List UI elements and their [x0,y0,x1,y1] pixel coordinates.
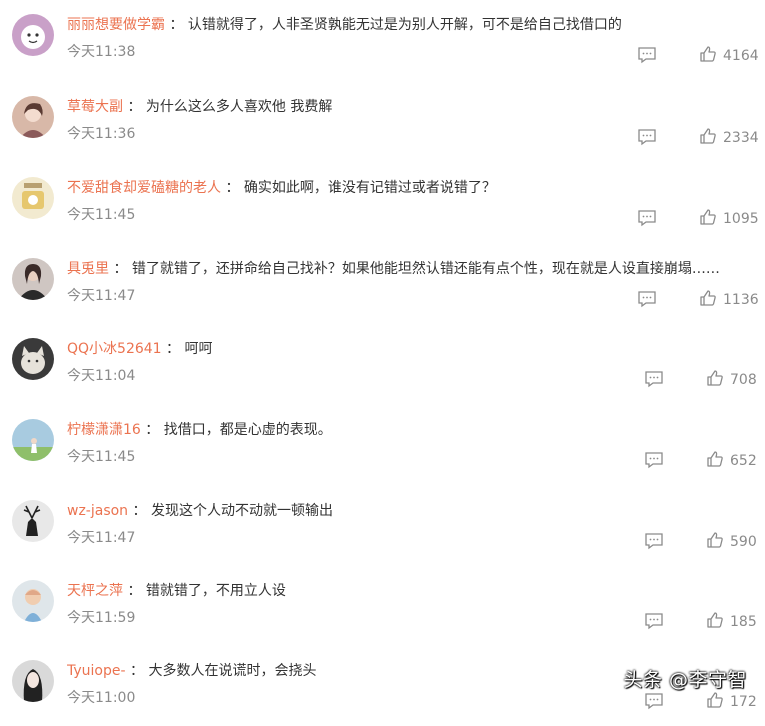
like-button[interactable]: 2334 [699,127,759,147]
comment-username[interactable]: QQ小冰52641 [67,341,162,357]
comment-time: 今天11:04 [67,368,136,384]
comment-username[interactable]: 柠檬潇潇16 [67,422,141,438]
like-count: 1136 [723,292,759,308]
comment-text: 发现这个人动不动就一顿输出 [150,503,333,519]
like-button[interactable]: 172 [706,691,757,711]
avatar[interactable] [12,500,54,542]
thumbs-up-icon [700,46,716,62]
thumbs-up-icon [707,612,723,628]
comment-text: 大多数人在说谎时，会挠头 [148,663,317,679]
reply-icon[interactable] [644,451,664,469]
avatar[interactable] [12,177,54,219]
comment-time: 今天11:38 [67,44,136,60]
like-button[interactable]: 1095 [699,208,759,228]
reply-icon[interactable] [644,612,664,630]
comment-time: 今天11:45 [67,207,136,223]
comment-item: 具兎里 ： 错了就错了，还拼命给自己找补？如果他能坦然认错还能有点个性，现在就是… [0,244,765,324]
reply-icon[interactable] [637,209,657,227]
like-button[interactable]: 708 [706,369,757,389]
comment-text: 呵呵 [184,341,213,357]
comment-item: 丽丽想要做学霸 ： 认错就得了，人非圣贤孰能无过是为别人开解，可不是给自己找借口… [0,0,765,80]
comment-item: wz-jason ： 发现这个人动不动就一顿输出 今天11:47 590 [0,486,765,566]
like-button[interactable]: 185 [706,611,757,631]
comment-item: 草莓大副 ： 为什么这么多人喜欢他 我费解 今天11:36 2334 [0,82,765,162]
like-button[interactable]: 652 [706,450,757,470]
thumbs-up-icon [700,209,716,225]
like-count: 2334 [723,130,759,146]
comment-text: 找借口，都是心虚的表现。 [163,422,332,438]
like-count: 185 [730,614,757,630]
thumbs-up-icon [707,532,723,548]
comment-item: 天枰之萍 ： 错就错了，不用立人设 今天11:59 185 [0,566,765,646]
avatar[interactable] [12,338,54,380]
reply-icon[interactable] [637,128,657,146]
thumbs-up-icon [707,370,723,386]
avatar[interactable] [12,580,54,622]
thumbs-up-icon [707,451,723,467]
comment-username[interactable]: wz-jason [67,503,128,519]
comment-text: 错就错了，不用立人设 [145,583,286,599]
reply-icon[interactable] [637,46,657,64]
comment-text: 错了就错了，还拼命给自己找补？如果他能坦然认错还能有点个性，现在就是人设直接崩塌… [131,261,720,277]
like-count: 652 [730,453,757,469]
comment-item: 柠檬潇潇16 ： 找借口，都是心虚的表现。 今天11:45 652 [0,405,765,485]
avatar[interactable] [12,258,54,300]
like-count: 590 [730,534,757,550]
comment-list: 丽丽想要做学霸 ： 认错就得了，人非圣贤孰能无过是为别人开解，可不是给自己找借口… [0,0,765,710]
like-count: 708 [730,372,757,388]
avatar[interactable] [12,419,54,461]
comment-time: 今天11:47 [67,530,136,546]
comment-time: 今天11:59 [67,610,136,626]
comment-time: 今天11:36 [67,126,136,142]
comment-time: 今天11:00 [67,690,136,706]
comment-item: QQ小冰52641 ： 呵呵 今天11:04 708 [0,324,765,404]
like-count: 4164 [723,48,759,64]
like-button[interactable]: 1136 [699,289,759,309]
comment-item: 不爱甜食却爱磕糖的老人 ： 确实如此啊，谁没有记错过或者说错了？ 今天11:45… [0,163,765,243]
comment-username[interactable]: 草莓大副 [67,99,123,115]
reply-icon[interactable] [644,370,664,388]
watermark: 头条 @李守智 [623,669,747,691]
avatar[interactable] [12,96,54,138]
like-count: 1095 [723,211,759,227]
reply-icon[interactable] [644,692,664,710]
comment-text: 为什么这么多人喜欢他 我费解 [145,99,333,115]
comment-text: 确实如此啊，谁没有记错过或者说错了？ [243,180,496,196]
comment-username[interactable]: 丽丽想要做学霸 [67,17,165,33]
thumbs-up-icon [700,290,716,306]
avatar[interactable] [12,660,54,702]
like-button[interactable]: 590 [706,531,757,551]
comment-username[interactable]: Tyuiope- [67,663,126,679]
comment-username[interactable]: 天枰之萍 [67,583,123,599]
reply-icon[interactable] [644,532,664,550]
comment-time: 今天11:45 [67,449,136,465]
comment-username[interactable]: 不爱甜食却爱磕糖的老人 [67,180,221,196]
like-button[interactable]: 4164 [699,45,759,65]
comment-time: 今天11:47 [67,288,136,304]
comment-text: 认错就得了，人非圣贤孰能无过是为别人开解，可不是给自己找借口的 [187,17,622,33]
thumbs-up-icon [700,128,716,144]
like-count: 172 [730,694,757,710]
avatar[interactable] [12,14,54,56]
comment-username[interactable]: 具兎里 [67,261,109,277]
reply-icon[interactable] [637,290,657,308]
thumbs-up-icon [707,692,723,708]
